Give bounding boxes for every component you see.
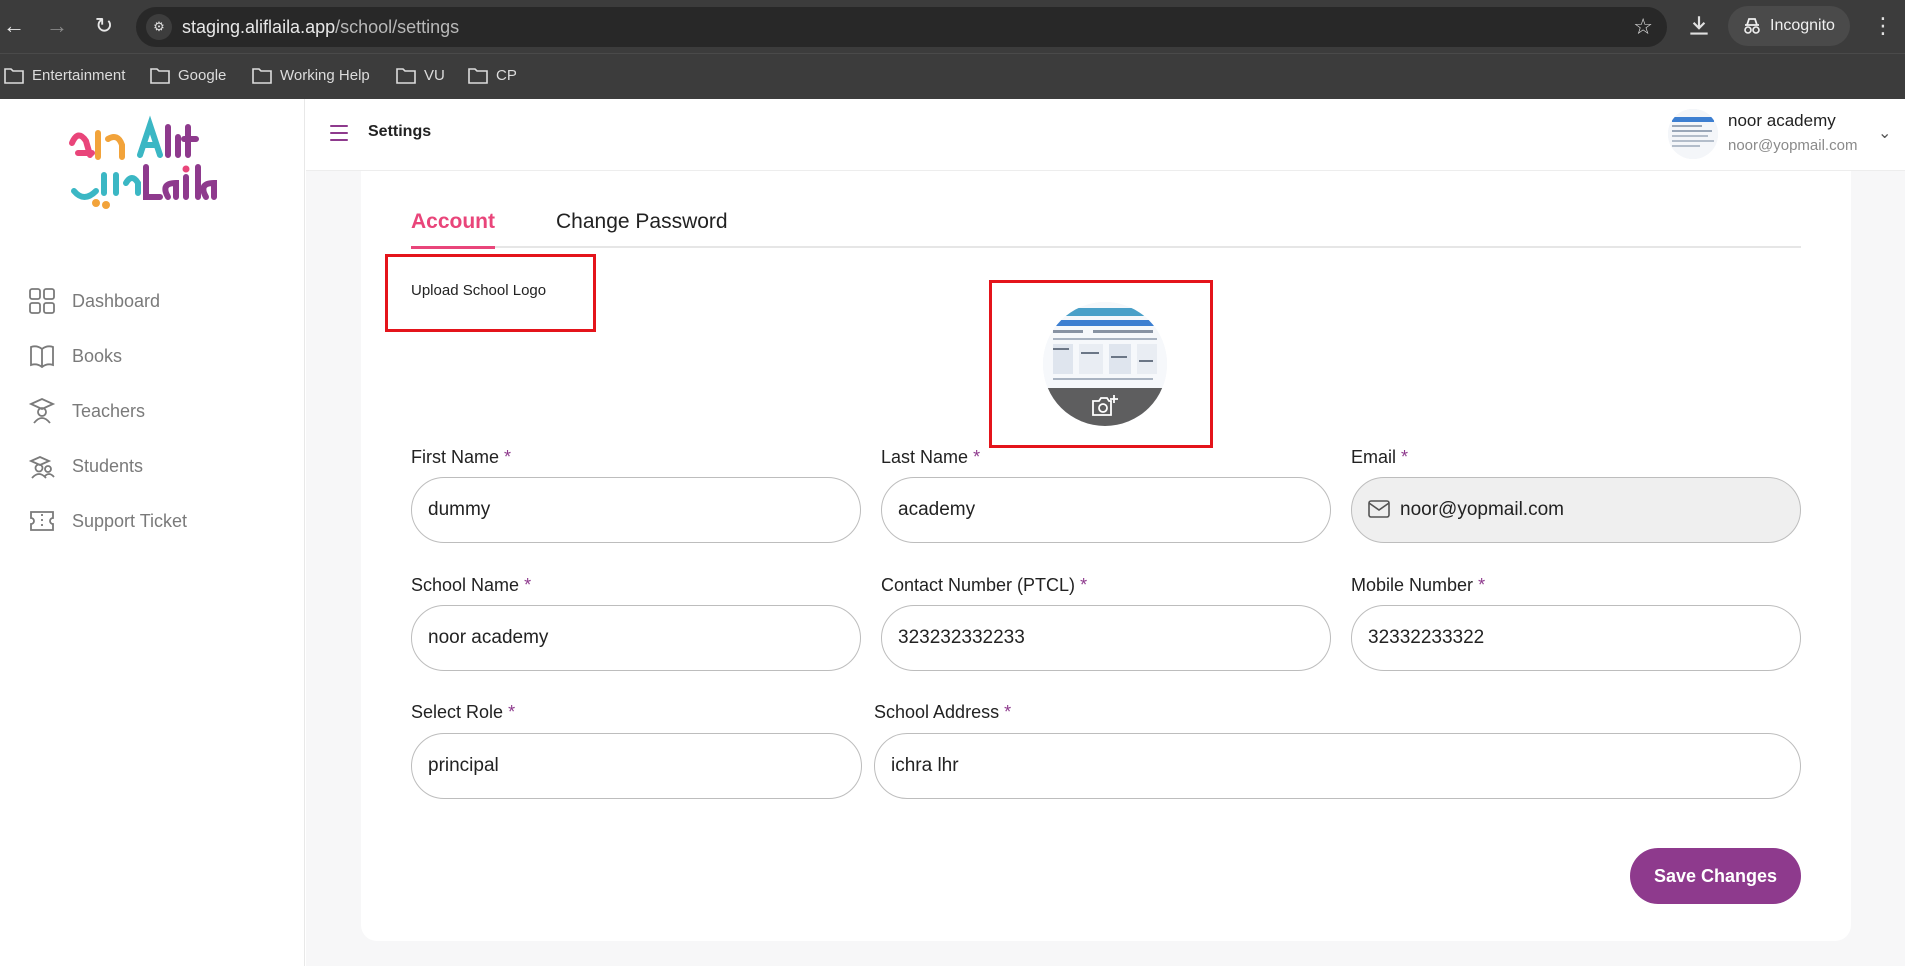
more-menu-icon[interactable]: ⋮ xyxy=(1872,14,1894,38)
folder-icon xyxy=(252,68,272,84)
sidebar-item-dashboard[interactable]: Dashboard xyxy=(28,284,160,318)
reload-icon[interactable]: ↻ xyxy=(92,14,116,38)
upload-logo-label: Upload School Logo xyxy=(411,282,547,299)
bookmark-label: Working Help xyxy=(280,67,370,84)
menu-toggle-icon[interactable] xyxy=(330,125,348,141)
alif-laila-logo[interactable] xyxy=(64,113,224,213)
bookmark-star-icon[interactable]: ☆ xyxy=(1633,14,1653,40)
mobile-number-label: Mobile Number * xyxy=(1351,575,1486,595)
last-name-label: Last Name * xyxy=(881,447,981,467)
incognito-icon xyxy=(1744,18,1760,34)
email-value: noor@yopmail.com xyxy=(1400,499,1564,520)
folder-icon xyxy=(396,68,416,84)
chevron-down-icon[interactable]: ⌄ xyxy=(1878,123,1891,143)
tabs-divider xyxy=(411,246,1801,248)
select-role-label: Select Role * xyxy=(411,702,516,722)
app-header: Settings noor academy noor@yopmail.com ⌄ xyxy=(306,99,1905,171)
url-host: staging.aliflaila.app xyxy=(182,17,336,37)
sidebar-item-students[interactable]: Students xyxy=(28,449,143,483)
address-bar[interactable]: ⚙ staging.aliflaila.app/school/settings … xyxy=(136,7,1667,47)
bookmarks-bar: Entertainment Google Working Help VU CP xyxy=(0,53,1905,99)
user-email: noor@yopmail.com xyxy=(1728,137,1858,154)
sidebar-item-label: Students xyxy=(72,456,144,476)
school-name-input[interactable]: noor academy xyxy=(411,605,861,671)
url-text[interactable]: staging.aliflaila.app/school/settings xyxy=(182,17,459,38)
browser-toolbar: ← → ↻ ⚙ staging.aliflaila.app/school/set… xyxy=(0,0,1905,53)
sidebar-item-books[interactable]: Books xyxy=(28,339,122,373)
incognito-indicator[interactable]: Incognito xyxy=(1728,6,1850,46)
mobile-number-input[interactable]: 32332233322 xyxy=(1351,605,1801,671)
folder-icon xyxy=(150,68,170,84)
teacher-icon xyxy=(28,398,56,424)
first-name-input[interactable]: dummy xyxy=(411,477,861,543)
camera-add-icon[interactable] xyxy=(1091,394,1119,418)
sidebar-item-teachers[interactable]: Teachers xyxy=(28,394,145,428)
bookmark-label: Google xyxy=(178,67,227,84)
ticket-icon xyxy=(30,511,54,531)
sidebar-item-label: Books xyxy=(72,346,123,366)
bookmark-label: Entertainment xyxy=(32,67,126,84)
grid-icon xyxy=(29,288,55,314)
sidebar-item-label: Support Ticket xyxy=(72,511,188,531)
bookmark-folder[interactable]: Entertainment xyxy=(2,64,125,88)
bookmark-folder[interactable]: VU xyxy=(394,64,445,88)
folder-icon xyxy=(468,68,488,84)
mail-icon xyxy=(1368,500,1390,518)
bookmark-folder[interactable]: CP xyxy=(466,64,517,88)
user-name[interactable]: noor academy xyxy=(1728,111,1836,131)
folder-icon xyxy=(4,68,24,84)
bookmark-label: VU xyxy=(424,67,445,84)
bookmark-folder[interactable]: Google xyxy=(148,64,226,88)
bookmark-label: CP xyxy=(496,67,517,84)
sidebar-item-label: Teachers xyxy=(72,401,146,421)
school-address-input[interactable]: ichra lhr xyxy=(874,733,1801,799)
last-name-input[interactable]: academy xyxy=(881,477,1331,543)
email-field: noor@yopmail.com xyxy=(1351,477,1801,543)
contact-number-input[interactable]: 323232332233 xyxy=(881,605,1331,671)
tab-change-password[interactable]: Change Password xyxy=(556,210,728,234)
back-arrow-icon[interactable]: ← xyxy=(2,14,26,38)
sidebar-item-label: Dashboard xyxy=(72,291,161,311)
email-label: Email * xyxy=(1351,447,1409,467)
page-title: Settings xyxy=(368,123,432,140)
sidebar-item-support-ticket[interactable]: Support Ticket xyxy=(28,504,187,538)
school-address-label: School Address * xyxy=(874,702,1012,722)
tab-account[interactable]: Account xyxy=(411,210,495,249)
first-name-label: First Name * xyxy=(411,447,512,467)
save-changes-button[interactable]: Save Changes xyxy=(1630,848,1801,904)
select-role-field[interactable]: principal xyxy=(411,733,862,799)
url-path: /school/settings xyxy=(335,17,460,37)
download-icon[interactable] xyxy=(1686,13,1712,39)
book-icon xyxy=(30,345,54,369)
forward-arrow-icon[interactable]: → xyxy=(45,14,69,38)
school-name-label: School Name * xyxy=(411,575,532,595)
site-settings-icon[interactable]: ⚙ xyxy=(146,14,172,40)
contact-number-label: Contact Number (PTCL) * xyxy=(881,575,1088,595)
students-icon xyxy=(28,456,55,479)
incognito-label: Incognito xyxy=(1770,17,1835,34)
avatar[interactable] xyxy=(1668,109,1718,159)
bookmark-folder[interactable]: Working Help xyxy=(250,64,370,88)
school-logo-upload[interactable] xyxy=(1043,302,1167,426)
